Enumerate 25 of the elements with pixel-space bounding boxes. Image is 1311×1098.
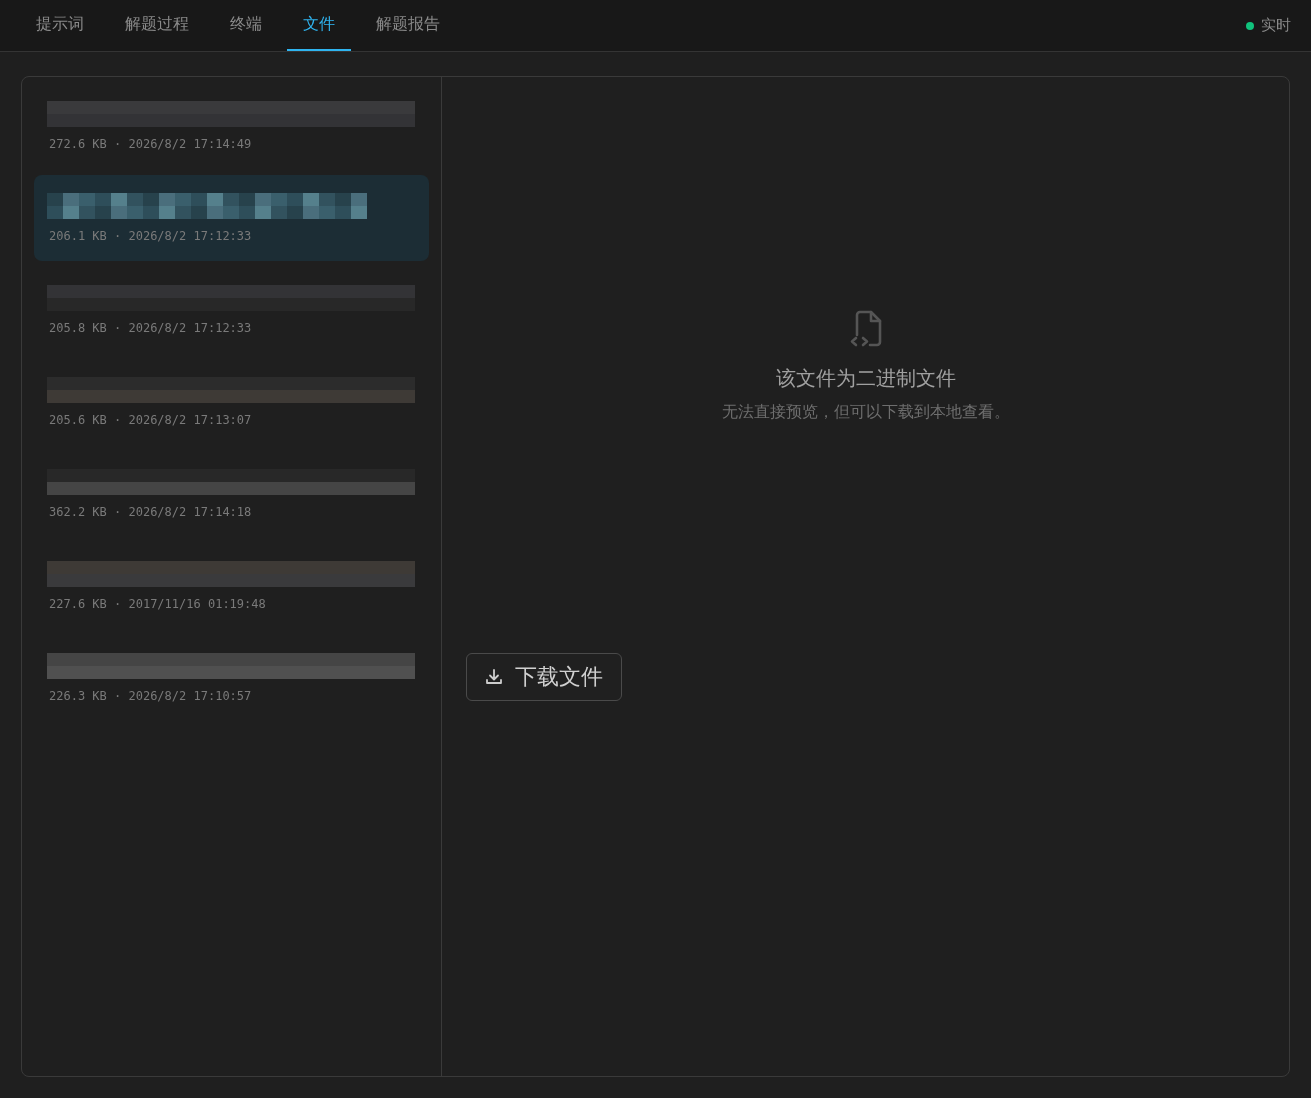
preview-message: 无法直接预览，但可以下载到本地查看。 (721, 402, 1010, 423)
file-item[interactable]: 226.3 KB · 2026/8/2 17:10:57 (34, 635, 429, 721)
tab[interactable]: 文件 (287, 0, 351, 51)
file-meta: 205.6 KB · 2026/8/2 17:13:07 (48, 413, 253, 427)
file-item[interactable]: 362.2 KB · 2026/8/2 17:14:18 (34, 451, 429, 537)
file-item[interactable]: 205.6 KB · 2026/8/2 17:13:07 (34, 359, 429, 445)
file-item[interactable]: 206.1 KB · 2026/8/2 17:12:33 (34, 175, 429, 261)
download-icon (485, 668, 503, 686)
file-meta: 226.3 KB · 2026/8/2 17:10:57 (48, 689, 253, 703)
tab[interactable]: 解题过程 (109, 0, 205, 51)
preview-title: 该文件为二进制文件 (775, 365, 956, 392)
tab[interactable]: 终端 (214, 0, 278, 51)
file-meta: 205.8 KB · 2026/8/2 17:12:33 (48, 321, 253, 335)
file-item[interactable]: 227.6 KB · 2017/11/16 01:19:48 (34, 543, 429, 629)
file-item[interactable]: 272.6 KB · 2026/8/2 17:14:49 (34, 83, 429, 169)
tab[interactable]: 解题报告 (360, 0, 456, 51)
code-file-icon (848, 309, 883, 347)
live-label: 实时 (1261, 16, 1291, 35)
file-meta: 272.6 KB · 2026/8/2 17:14:49 (48, 137, 253, 151)
tab[interactable]: 提示词 (20, 0, 100, 51)
file-meta: 206.1 KB · 2026/8/2 17:12:33 (48, 229, 253, 243)
file-meta: 362.2 KB · 2026/8/2 17:14:18 (48, 505, 253, 519)
file-meta: 227.6 KB · 2017/11/16 01:19:48 (48, 597, 267, 611)
file-item[interactable]: 205.8 KB · 2026/8/2 17:12:33 (34, 267, 429, 353)
download-button[interactable]: 下载文件 (466, 653, 622, 701)
